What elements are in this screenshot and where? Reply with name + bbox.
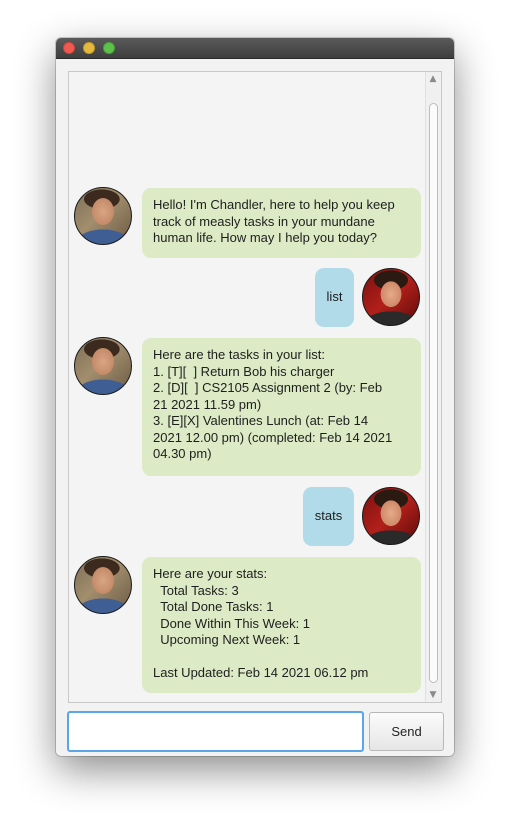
chandler-avatar bbox=[74, 187, 132, 245]
close-window-button[interactable] bbox=[63, 42, 75, 54]
bot-message: Here are your stats: Total Tasks: 3 Tota… bbox=[142, 557, 421, 693]
maximize-window-button[interactable] bbox=[103, 42, 115, 54]
vertical-scrollbar[interactable]: ▲ ▼ bbox=[425, 72, 441, 702]
message-input[interactable] bbox=[67, 711, 364, 752]
user-avatar bbox=[362, 268, 420, 326]
minimize-window-button[interactable] bbox=[83, 42, 95, 54]
scroll-down-icon[interactable]: ▼ bbox=[428, 690, 438, 700]
chandler-avatar bbox=[74, 556, 132, 614]
title-bar bbox=[56, 38, 454, 59]
user-avatar bbox=[362, 487, 420, 545]
scroll-up-icon[interactable]: ▲ bbox=[428, 74, 438, 84]
send-button[interactable]: Send bbox=[369, 712, 444, 751]
chat-scroll-pane[interactable]: Hello! I'm Chandler, here to help you ke… bbox=[68, 71, 442, 703]
user-message: list bbox=[315, 268, 354, 327]
bot-message: Hello! I'm Chandler, here to help you ke… bbox=[142, 188, 421, 258]
bot-message: Here are the tasks in your list: 1. [T][… bbox=[142, 338, 421, 476]
chandler-avatar bbox=[74, 337, 132, 395]
user-message: stats bbox=[303, 487, 354, 546]
scrollbar-thumb[interactable] bbox=[429, 103, 438, 683]
app-window: Hello! I'm Chandler, here to help you ke… bbox=[56, 38, 454, 756]
